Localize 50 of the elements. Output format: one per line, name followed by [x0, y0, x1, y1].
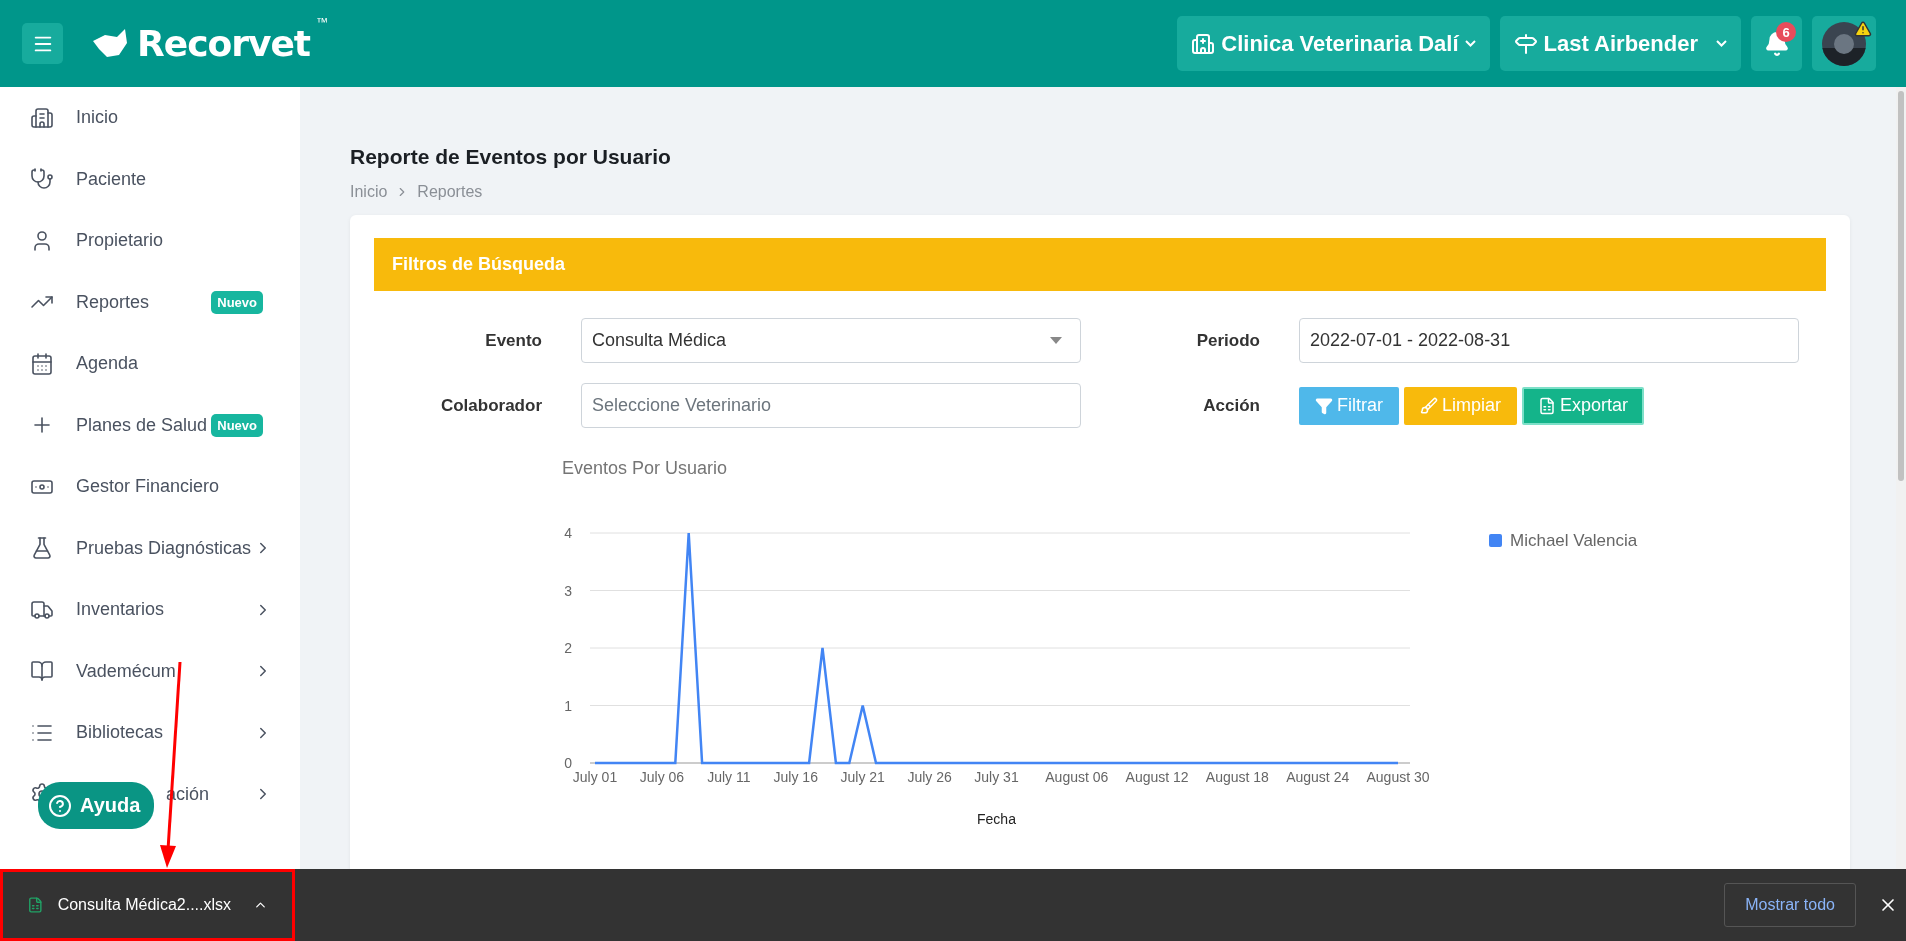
x-tick-label: July 26 [907, 769, 952, 785]
sidebar-item[interactable]: Planes de Salud Nuevo [0, 394, 300, 456]
sidebar-item[interactable]: Reportes Nuevo [0, 271, 300, 333]
filters-header: Filtros de Búsqueda [374, 238, 1826, 291]
event-select[interactable]: Consulta Médica [581, 318, 1081, 363]
logo-text: Recorvet [137, 23, 311, 64]
sidebar-item[interactable]: Agenda [0, 333, 300, 395]
y-tick-label: 4 [564, 525, 572, 541]
sidebar-item[interactable]: Bibliotecas [0, 702, 300, 764]
field-label: Evento [485, 330, 542, 351]
y-tick-label: 1 [564, 697, 572, 714]
x-axis-title: Fecha [977, 811, 1016, 827]
field-label: Acción [1203, 395, 1260, 416]
sidebar-item[interactable]: Inicio [0, 87, 300, 149]
sidebar-item[interactable]: Vademécum [0, 640, 300, 702]
breadcrumb-item: Reportes [417, 183, 483, 201]
sidebar-item[interactable]: Paciente [0, 148, 300, 210]
x-tick-label: August 24 [1286, 769, 1350, 785]
x-tick-label: July 21 [840, 769, 885, 785]
sidebar-item[interactable]: Gestor Financiero [0, 456, 300, 518]
legend-label: Michael Valencia [1510, 531, 1638, 550]
x-tick-label: July 16 [773, 769, 818, 785]
x-tick-label: July 11 [707, 769, 751, 785]
trademark: ™ [316, 15, 329, 29]
show-all-button[interactable]: Mostrar todo [1724, 883, 1856, 927]
x-tick-label: August 18 [1205, 769, 1269, 785]
new-badge: Nuevo [211, 413, 263, 437]
notification-count: 6 [1776, 22, 1796, 42]
sidebar-item[interactable]: Pruebas Diagnósticas [0, 517, 300, 579]
y-tick-label: 0 [564, 755, 572, 771]
download-item[interactable]: Consulta Médica2....xlsx [0, 869, 295, 941]
x-tick-label: August 12 [1125, 769, 1189, 785]
x-tick-label: July 06 [639, 769, 685, 785]
x-tick-label: August 30 [1366, 769, 1430, 785]
new-badge: Nuevo [211, 290, 263, 314]
x-tick-label: July 01 [572, 769, 618, 785]
notifications-button[interactable]: 6 [1751, 16, 1802, 71]
sidebar-item[interactable]: Inventarios [0, 579, 300, 641]
page-title: Reporte de Eventos por Usuario [350, 145, 672, 169]
input-field[interactable]: 2022-07-01 - 2022-08-31 [1299, 318, 1799, 363]
y-tick-label: 3 [564, 582, 572, 599]
sidebar-item[interactable]: Propietario [0, 210, 300, 272]
help-button[interactable]: Ayuda [38, 782, 155, 829]
field-label: Colaborador [440, 395, 542, 416]
x-tick-label: August 06 [1045, 769, 1109, 785]
chart-title: Eventos Por Usuario [562, 458, 728, 478]
input-field[interactable]: Seleccione Veterinario [581, 383, 1081, 428]
field-label: Periodo [1196, 330, 1260, 351]
y-tick-label: 2 [564, 640, 572, 656]
x-tick-label: July 31 [974, 769, 1019, 785]
